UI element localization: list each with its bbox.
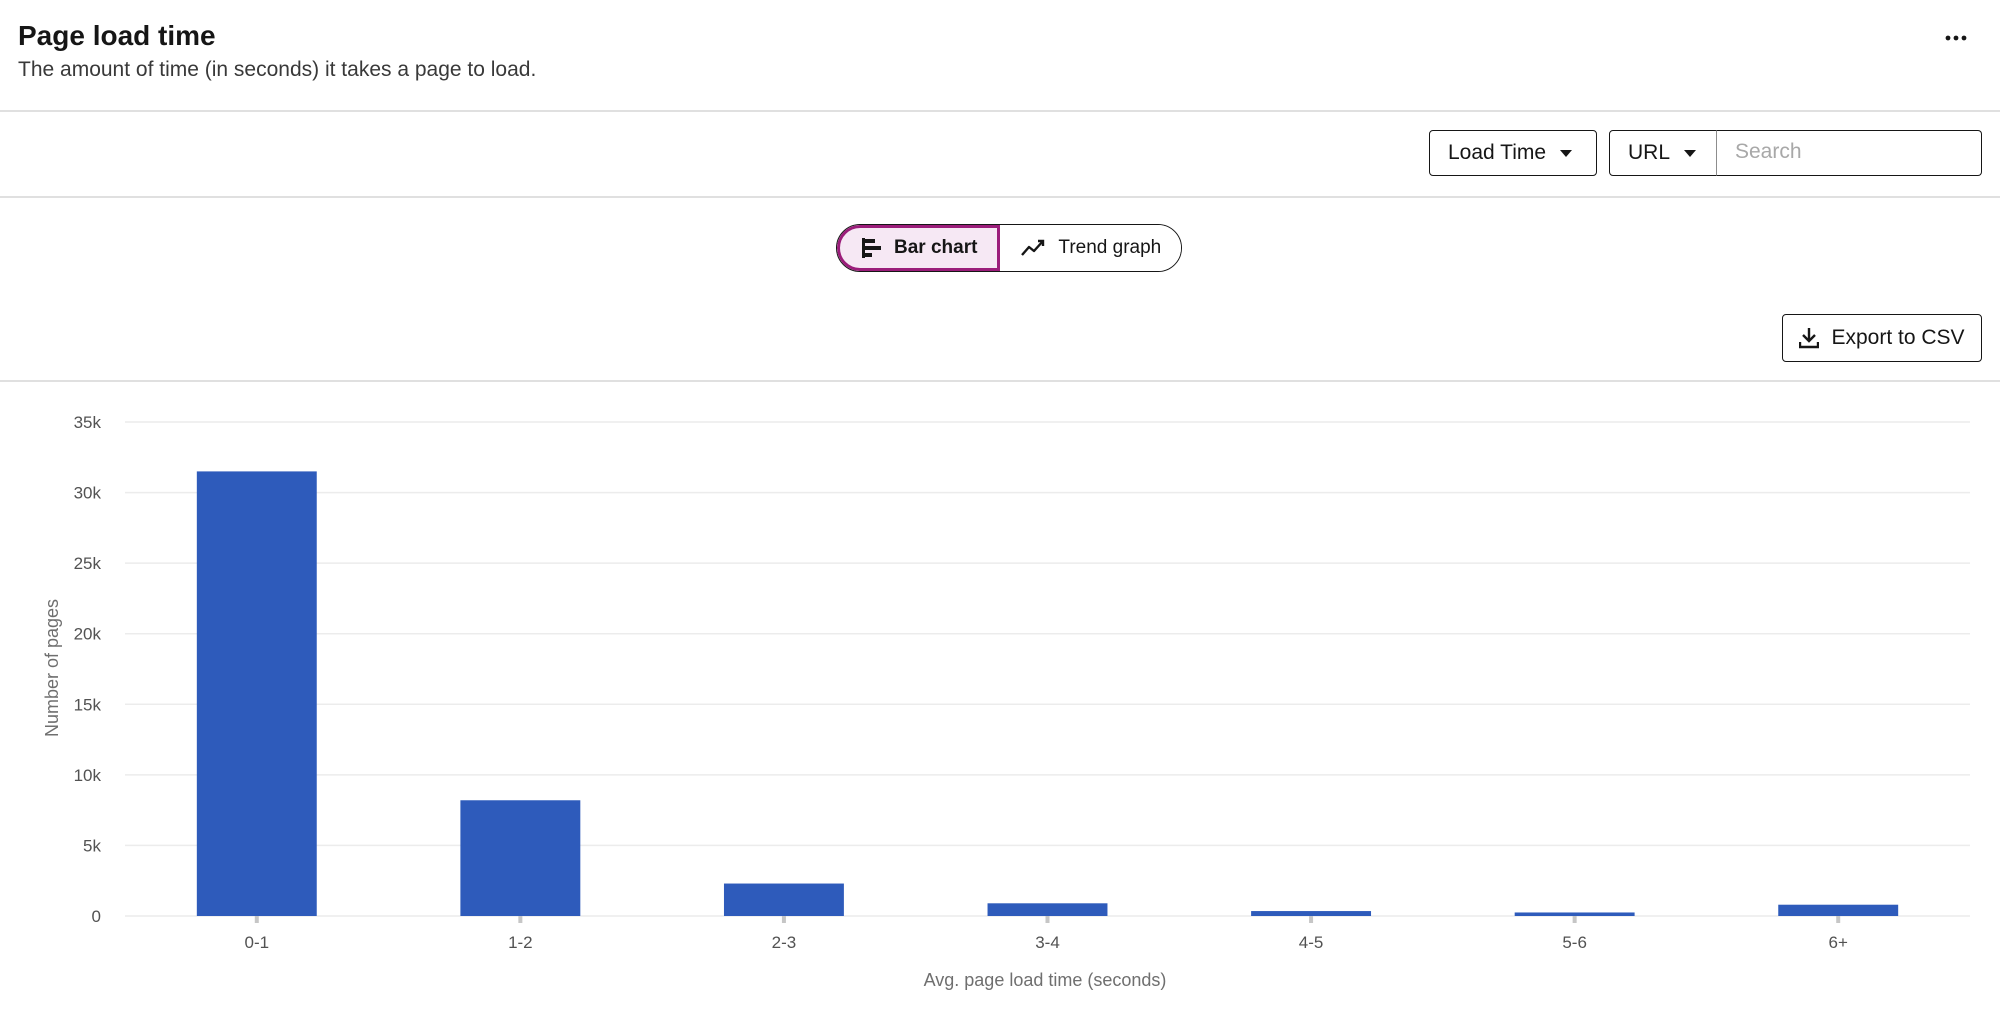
y-axis-title: Number of pages xyxy=(42,599,62,737)
bar-5-6[interactable] xyxy=(1514,912,1635,916)
trend-line-icon xyxy=(1021,239,1045,256)
metric-dropdown[interactable]: Load Time xyxy=(1429,130,1597,176)
dimension-dropdown[interactable]: URL xyxy=(1609,130,1717,176)
bar-0-1[interactable] xyxy=(196,471,317,916)
bar-4-5[interactable] xyxy=(1251,911,1372,916)
bar-6+[interactable] xyxy=(1778,904,1899,916)
y-tick-label: 25k xyxy=(74,554,102,573)
gridlines xyxy=(125,421,1970,917)
bar-chart-toggle-label: Bar chart xyxy=(894,237,978,258)
bars xyxy=(196,471,1899,916)
overflow-menu-button[interactable] xyxy=(1938,20,1974,56)
toolbar-divider xyxy=(0,196,2000,198)
view-toggle: Bar chart Trend graph xyxy=(836,224,1183,272)
bar-chart-icon xyxy=(862,238,881,258)
x-axis-title: Avg. page load time (seconds) xyxy=(924,970,1167,990)
x-axis-ticks: 0-1 1-2 2-3 3-4 4-5 5-6 6+ xyxy=(244,916,1848,952)
export-csv-label: Export to CSV xyxy=(1831,326,1965,349)
y-tick-label: 20k xyxy=(74,625,102,644)
chart-top-divider xyxy=(0,380,2000,382)
bar-2-3[interactable] xyxy=(723,883,844,916)
y-tick-label: 10k xyxy=(74,766,102,785)
x-tick-label: 3-4 xyxy=(1035,933,1060,952)
dimension-dropdown-label: URL xyxy=(1628,141,1671,164)
bar-chart-toggle[interactable]: Bar chart xyxy=(837,225,1001,271)
filter-toolbar: Load Time URL xyxy=(0,112,2000,196)
x-tick-label: 1-2 xyxy=(508,933,533,952)
y-axis-ticks: 0 5k 10k 15k 20k 25k 30k 35k xyxy=(74,413,102,926)
download-icon xyxy=(1799,328,1820,349)
overflow-menu-icon xyxy=(1945,35,1967,41)
trend-graph-toggle[interactable]: Trend graph xyxy=(1000,225,1182,271)
search-field[interactable] xyxy=(1716,130,1982,176)
y-tick-label: 0 xyxy=(92,907,101,926)
page-subtitle: The amount of time (in seconds) it takes… xyxy=(18,58,537,81)
chevron-down-icon xyxy=(1560,149,1573,157)
export-csv-button[interactable]: Export to CSV xyxy=(1782,314,1982,362)
chevron-down-icon xyxy=(1684,149,1697,157)
bar-1-2[interactable] xyxy=(460,800,581,916)
y-tick-label: 30k xyxy=(74,484,102,503)
metric-dropdown-label: Load Time xyxy=(1448,141,1547,164)
y-tick-label: 15k xyxy=(74,695,102,714)
x-tick-label: 0-1 xyxy=(244,933,269,952)
page-title: Page load time xyxy=(18,20,216,51)
trend-graph-toggle-label: Trend graph xyxy=(1058,237,1162,258)
y-tick-label: 35k xyxy=(74,413,102,432)
x-tick-label: 5-6 xyxy=(1562,933,1587,952)
bar-3-4[interactable] xyxy=(987,903,1108,916)
x-tick-label: 4-5 xyxy=(1299,933,1324,952)
bar-chart: 0 5k 10k 15k 20k 25k 30k 35k 0-1 1-2 2-3 3-4 4-5 5-6… xyxy=(42,413,1970,990)
x-tick-label: 2-3 xyxy=(772,933,797,952)
x-tick-label: 6+ xyxy=(1829,933,1848,952)
card-header: Page load time The amount of time (in se… xyxy=(0,0,2000,110)
y-tick-label: 5k xyxy=(83,836,101,855)
search-input[interactable] xyxy=(1717,131,1957,173)
